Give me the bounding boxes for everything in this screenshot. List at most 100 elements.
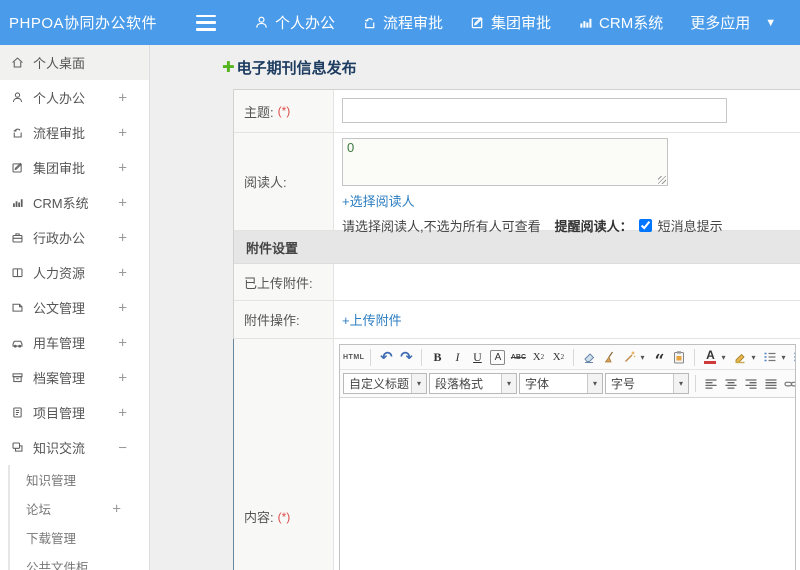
subscript-button[interactable]: X2 bbox=[549, 348, 567, 367]
nav-group-approval[interactable]: 集团审批 bbox=[470, 12, 551, 33]
subject-input[interactable] bbox=[342, 98, 727, 123]
required-mark: (*) bbox=[277, 509, 291, 524]
sidebar-label: 知识交流 bbox=[33, 441, 86, 456]
sidebar-subitem-public-file-cabinet[interactable]: 公共文件柜 bbox=[10, 552, 149, 570]
chevron-down-icon[interactable]: ▾ bbox=[587, 374, 602, 393]
nav-workflow-approval[interactable]: 流程审批 bbox=[362, 12, 443, 33]
align-center-button[interactable] bbox=[722, 374, 740, 393]
editor-toolbar-row2: 自定义标题 ▾ 段落格式 ▾ 字体 ▾ 字号 ▾ bbox=[340, 370, 795, 397]
sidebar-item-human-resources[interactable]: 人力资源 + bbox=[0, 255, 149, 290]
blockquote-button[interactable]: “ bbox=[650, 348, 668, 370]
bold-button[interactable]: B bbox=[428, 348, 446, 367]
unordered-list-button[interactable] bbox=[791, 348, 795, 367]
sidebar-item-personal-office[interactable]: 个人办公 + bbox=[0, 80, 149, 115]
chevron-down-icon[interactable]: ▾ bbox=[411, 374, 426, 393]
redo-button[interactable]: ↷ bbox=[397, 348, 415, 367]
font-family-select[interactable]: 字体 ▾ bbox=[519, 373, 603, 394]
chevron-down-icon[interactable]: ▾ bbox=[751, 353, 759, 362]
subject-row: 主题: (*) bbox=[234, 90, 800, 133]
expand-icon[interactable]: + bbox=[118, 299, 127, 316]
subject-label: 主题: (*) bbox=[234, 90, 334, 132]
insert-link-button[interactable] bbox=[782, 374, 795, 393]
underline-button[interactable]: U bbox=[468, 348, 486, 367]
strikethrough-button[interactable]: ABC bbox=[509, 348, 527, 367]
align-right-button[interactable] bbox=[742, 374, 760, 393]
upload-attachment-link[interactable]: +上传附件 bbox=[342, 310, 402, 329]
sidebar-item-crm-system[interactable]: CRM系统 + bbox=[0, 185, 149, 220]
sidebar-item-workflow-approval[interactable]: 流程审批 + bbox=[0, 115, 149, 150]
auto-typeset-button[interactable] bbox=[620, 348, 638, 367]
readers-row: 阅读人: 0 +选择阅读人 请选择阅读人,不选为所有人可查看 提醒阅读人： 短消… bbox=[234, 133, 800, 234]
chevron-down-icon[interactable]: ▼ bbox=[765, 17, 776, 29]
align-left-button[interactable] bbox=[702, 374, 720, 393]
remove-format-button[interactable] bbox=[580, 348, 598, 367]
publish-form: 主题: (*) 阅读人: 0 +选择阅读人 请选择阅读人,不选为所有人可查看 提… bbox=[233, 89, 800, 570]
nav-personal-office[interactable]: 个人办公 bbox=[254, 12, 335, 33]
heading-select[interactable]: 自定义标题 ▾ bbox=[343, 373, 427, 394]
select-readers-link[interactable]: +选择阅读人 bbox=[342, 191, 415, 210]
align-justify-button[interactable] bbox=[762, 374, 780, 393]
expand-icon[interactable]: + bbox=[112, 500, 121, 517]
chevron-down-icon[interactable]: ▾ bbox=[721, 353, 729, 362]
chevron-down-icon[interactable]: ▾ bbox=[673, 374, 688, 393]
attachment-ops-row: 附件操作: +上传附件 bbox=[234, 301, 800, 339]
italic-button[interactable]: I bbox=[448, 348, 466, 367]
collapse-icon[interactable]: − bbox=[118, 439, 127, 456]
ordered-list-button[interactable] bbox=[761, 348, 779, 367]
main-content: ✚ 电子期刊信息发布 主题: (*) 阅读人: 0 +选择阅读人 请选择阅读人,… bbox=[150, 45, 800, 570]
highlight-color-button[interactable] bbox=[731, 348, 749, 367]
home-icon bbox=[12, 57, 23, 68]
sidebar-label: 人力资源 bbox=[33, 266, 86, 281]
sidebar-subitem-forum[interactable]: 论坛 + bbox=[10, 494, 149, 523]
superscript-button[interactable]: X2 bbox=[529, 348, 547, 367]
sidebar-subitem-download-management[interactable]: 下载管理 bbox=[10, 523, 149, 552]
expand-icon[interactable]: + bbox=[118, 194, 127, 211]
uploaded-attachments-row: 已上传附件: bbox=[234, 264, 800, 301]
uploaded-attachments-value bbox=[334, 264, 800, 300]
readers-textarea[interactable]: 0 bbox=[342, 138, 668, 186]
page-title-row: ✚ 电子期刊信息发布 bbox=[150, 45, 800, 89]
paste-button[interactable] bbox=[670, 348, 688, 367]
editor-content-area[interactable] bbox=[340, 397, 795, 570]
highlighter-icon bbox=[735, 353, 746, 364]
nav-crm-system[interactable]: CRM系统 bbox=[578, 12, 663, 33]
flow-approval-icon bbox=[364, 18, 375, 29]
sidebar-item-archive-management[interactable]: 档案管理 + bbox=[0, 360, 149, 395]
expand-icon[interactable]: + bbox=[118, 89, 127, 106]
nav-label: 集团审批 bbox=[491, 15, 552, 32]
sms-remind-checkbox[interactable] bbox=[638, 219, 652, 232]
paragraph-format-select[interactable]: 段落格式 ▾ bbox=[429, 373, 517, 394]
expand-icon[interactable]: + bbox=[118, 264, 127, 281]
html-source-button[interactable]: HTML bbox=[343, 348, 364, 367]
undo-button[interactable]: ↶ bbox=[377, 348, 395, 367]
sidebar-item-personal-desktop[interactable]: 个人桌面 bbox=[0, 45, 149, 80]
align-justify-icon bbox=[765, 378, 777, 389]
expand-icon[interactable]: + bbox=[118, 404, 127, 421]
edit-square-icon bbox=[12, 162, 22, 173]
open-book-icon bbox=[12, 268, 23, 278]
expand-icon[interactable]: + bbox=[118, 124, 127, 141]
expand-icon[interactable]: + bbox=[118, 369, 127, 386]
sidebar-item-knowledge-exchange[interactable]: 知识交流 − bbox=[0, 430, 149, 465]
readers-value: 0 bbox=[347, 140, 355, 155]
font-color-button[interactable]: A bbox=[701, 348, 719, 367]
chevron-down-icon[interactable]: ▾ bbox=[640, 353, 648, 362]
sidebar-item-admin-office[interactable]: 行政办公 + bbox=[0, 220, 149, 255]
sidebar-item-project-management[interactable]: 项目管理 + bbox=[0, 395, 149, 430]
sidebar-item-document-management[interactable]: 公文管理 + bbox=[0, 290, 149, 325]
chat-bubbles-icon bbox=[12, 442, 23, 452]
char-style-button[interactable]: A bbox=[490, 349, 506, 365]
chevron-down-icon[interactable]: ▾ bbox=[501, 374, 516, 393]
sidebar-subitem-knowledge-management[interactable]: 知识管理 bbox=[10, 465, 149, 494]
link-icon bbox=[783, 381, 795, 387]
sidebar-item-vehicle-management[interactable]: 用车管理 + bbox=[0, 325, 149, 360]
chevron-down-icon[interactable]: ▾ bbox=[781, 353, 789, 362]
expand-icon[interactable]: + bbox=[118, 334, 127, 351]
format-brush-button[interactable] bbox=[600, 348, 618, 367]
font-size-select[interactable]: 字号 ▾ bbox=[605, 373, 689, 394]
nav-more-apps[interactable]: 更多应用 bbox=[690, 12, 750, 33]
sidebar-item-group-approval[interactable]: 集团审批 + bbox=[0, 150, 149, 185]
hamburger-menu-icon[interactable] bbox=[196, 14, 216, 31]
expand-icon[interactable]: + bbox=[118, 159, 127, 176]
expand-icon[interactable]: + bbox=[118, 229, 127, 246]
